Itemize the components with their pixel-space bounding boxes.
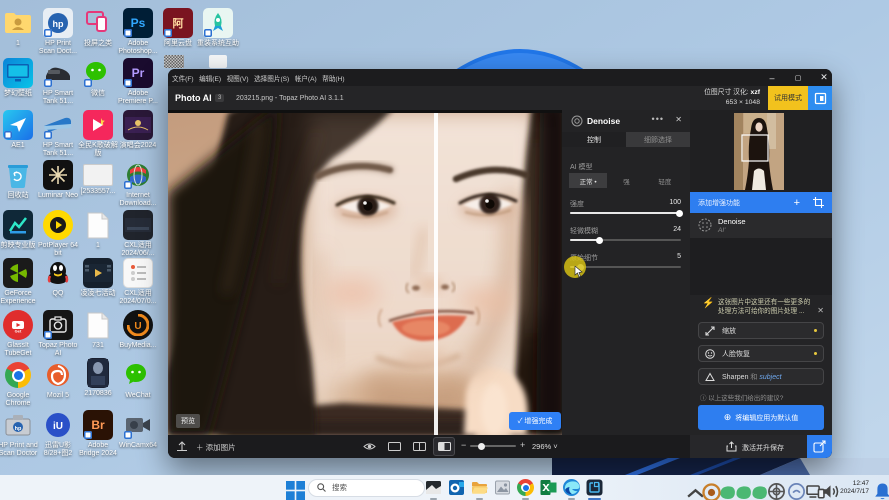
- svg-text:iU: iU: [53, 421, 63, 432]
- svg-text:hp: hp: [15, 426, 22, 432]
- svg-text:U: U: [134, 321, 141, 332]
- svg-text:Get: Get: [15, 329, 22, 334]
- svg-text:hp: hp: [53, 19, 64, 29]
